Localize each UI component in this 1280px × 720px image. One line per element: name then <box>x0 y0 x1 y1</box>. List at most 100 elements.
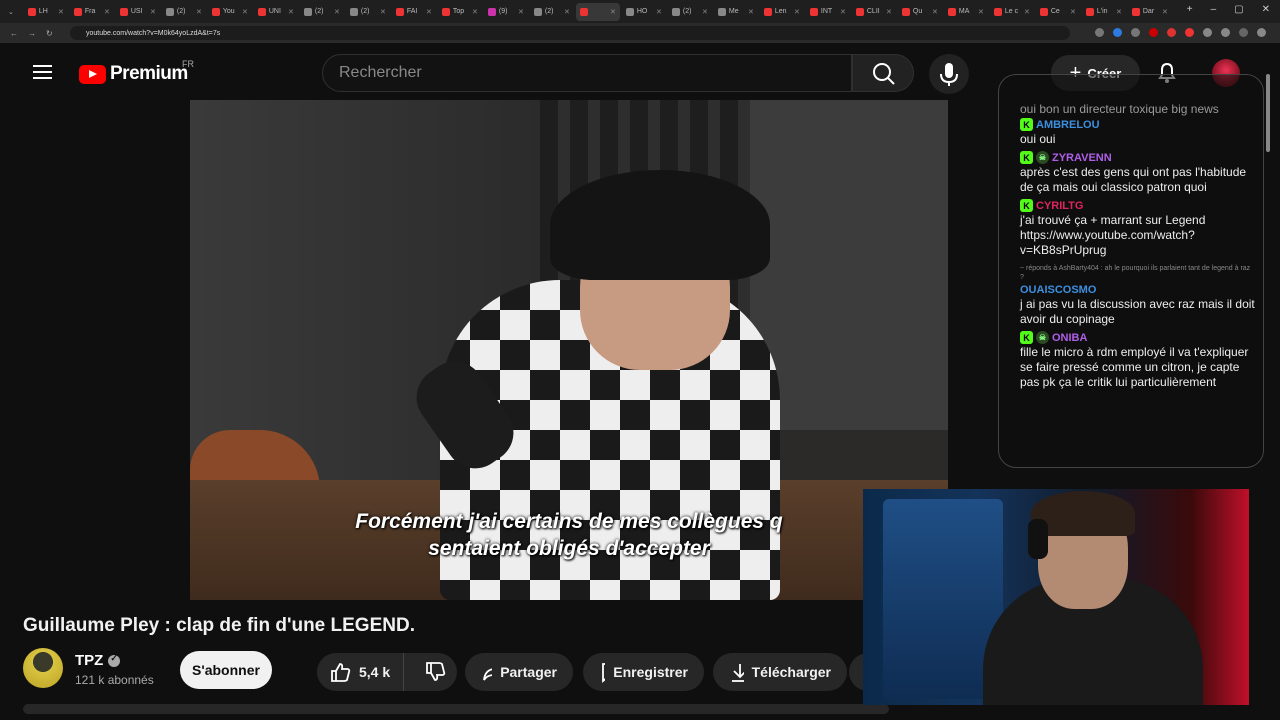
browser-tab[interactable]: Fra ✕ <box>70 3 114 21</box>
menu-kebab-icon[interactable] <box>1257 28 1266 37</box>
browser-tab[interactable]: Dar ✕ <box>1128 3 1172 21</box>
browser-tab[interactable]: (2) ✕ <box>346 3 390 21</box>
zoom-icon[interactable] <box>1095 28 1104 37</box>
chat-username[interactable]: K AMBRELOU <box>1020 117 1256 132</box>
browser-tab[interactable]: Ce ✕ <box>1036 3 1080 21</box>
tab-close-icon[interactable]: ✕ <box>794 8 800 16</box>
reload-icon[interactable]: ↻ <box>46 29 53 38</box>
browser-tab[interactable]: Me ✕ <box>714 3 758 21</box>
tab-close-icon[interactable]: ✕ <box>932 8 938 16</box>
tab-close-icon[interactable]: ✕ <box>472 8 478 16</box>
tab-close-icon[interactable]: ✕ <box>426 8 432 16</box>
extension-icon[interactable] <box>1185 28 1194 37</box>
close-window-icon[interactable]: ✕ <box>1262 4 1270 15</box>
tab-close-icon[interactable]: ✕ <box>748 8 754 16</box>
chat-message-text: j ai pas vu la discussion avec raz mais … <box>1020 297 1255 326</box>
tab-close-icon[interactable]: ✕ <box>518 8 524 16</box>
browser-tab[interactable]: You ✕ <box>208 3 252 21</box>
extension-icon[interactable] <box>1149 28 1158 37</box>
browser-tab[interactable]: CLII ✕ <box>852 3 896 21</box>
channel-avatar[interactable] <box>23 648 63 688</box>
browser-tab[interactable]: UNI ✕ <box>254 3 298 21</box>
download-button[interactable]: Télécharger <box>713 653 847 691</box>
browser-tab[interactable]: Le c ✕ <box>990 3 1034 21</box>
tab-close-icon[interactable]: ✕ <box>334 8 340 16</box>
tab-favicon-icon <box>901 7 910 16</box>
tab-close-icon[interactable]: ✕ <box>104 8 110 16</box>
tab-close-icon[interactable]: ✕ <box>978 8 984 16</box>
tab-favicon-icon <box>625 7 634 16</box>
tab-label: (2) <box>176 8 186 15</box>
browser-tab[interactable]: Len ✕ <box>760 3 804 21</box>
share-button[interactable]: Partager <box>465 653 573 691</box>
save-button[interactable]: Enregistrer <box>583 653 704 691</box>
tab-close-icon[interactable]: ✕ <box>886 8 892 16</box>
subscribe-button[interactable]: S'abonner <box>180 651 272 689</box>
bookmark-star-icon[interactable] <box>1131 28 1140 37</box>
browser-tab[interactable]: HO ✕ <box>622 3 666 21</box>
tab-close-icon[interactable]: ✕ <box>564 8 570 16</box>
forward-icon[interactable]: → <box>28 29 36 38</box>
chat-message: K AMBRELOU oui oui <box>1020 117 1256 147</box>
tab-favicon-icon <box>671 7 680 16</box>
browser-tab[interactable]: (2) ✕ <box>668 3 712 21</box>
chat-overlay: oui bon un directeur toxique big news KA… <box>998 74 1264 468</box>
youtube-premium-logo[interactable]: Premium FR <box>79 59 194 85</box>
browser-tab[interactable]: ✕ <box>575 2 620 21</box>
chat-username[interactable]: K CYRILTG <box>1020 198 1256 213</box>
minimize-icon[interactable]: – <box>1211 4 1217 15</box>
tab-close-icon[interactable]: ✕ <box>1162 8 1168 16</box>
tab-search-icon[interactable]: ⌄ <box>8 8 14 16</box>
dislike-button[interactable] <box>412 653 457 691</box>
tab-close-icon[interactable]: ✕ <box>288 8 294 16</box>
tab-close-icon[interactable]: ✕ <box>380 8 386 16</box>
search-button[interactable] <box>852 54 914 92</box>
tab-close-icon[interactable]: ✕ <box>1024 8 1030 16</box>
tab-close-icon[interactable]: ✕ <box>196 8 202 16</box>
extension-icon[interactable] <box>1113 28 1122 37</box>
back-icon[interactable]: ← <box>10 29 18 38</box>
menu-icon[interactable] <box>33 65 52 79</box>
browser-tab[interactable]: FAI ✕ <box>392 3 436 21</box>
tab-close-icon[interactable]: ✕ <box>1070 8 1076 16</box>
browser-tab[interactable]: INT ✕ <box>806 3 850 21</box>
browser-tab[interactable]: (2) ✕ <box>300 3 344 21</box>
extensions-puzzle-icon[interactable] <box>1221 28 1230 37</box>
browser-tab[interactable]: (2) ✕ <box>162 3 206 21</box>
subscriber-count: 121 k abonnés <box>75 673 154 687</box>
subtitle-line-1: Forcément j'ai certains de mes collègues… <box>355 510 783 533</box>
tab-label: (2) <box>682 8 692 15</box>
browser-tab[interactable]: (9) ✕ <box>484 3 528 21</box>
tab-close-icon[interactable]: ✕ <box>656 8 662 16</box>
like-button[interactable]: 5,4 k <box>317 653 405 691</box>
browser-tab[interactable]: MA ✕ <box>944 3 988 21</box>
extension-icon[interactable] <box>1167 28 1176 37</box>
tab-close-icon[interactable]: ✕ <box>150 8 156 16</box>
profile-icon[interactable] <box>1239 28 1248 37</box>
maximize-icon[interactable]: ▢ <box>1234 4 1243 15</box>
browser-tab[interactable]: L'in ✕ <box>1082 3 1126 21</box>
new-tab-icon[interactable]: + <box>1187 4 1193 15</box>
tab-close-icon[interactable]: ✕ <box>840 8 846 16</box>
browser-tab[interactable]: USI ✕ <box>116 3 160 21</box>
browser-tab[interactable]: (2) ✕ <box>530 3 574 21</box>
channel-name[interactable]: TPZ <box>75 652 121 669</box>
browser-tab[interactable]: Qu ✕ <box>898 3 942 21</box>
tab-close-icon[interactable]: ✕ <box>242 8 248 16</box>
search-input[interactable]: Rechercher <box>322 54 852 92</box>
chat-username[interactable]: K ☠ ZYRAVENN <box>1020 150 1256 165</box>
extension-icon[interactable] <box>1203 28 1212 37</box>
thumbs-up-icon <box>331 663 351 682</box>
browser-tab[interactable]: LH ✕ <box>24 3 68 21</box>
chat-username[interactable]: K ☠ ONIBA <box>1020 330 1256 345</box>
save-label: Enregistrer <box>613 664 688 680</box>
browser-tab[interactable]: Top ✕ <box>438 3 482 21</box>
tab-close-icon[interactable]: ✕ <box>58 8 64 16</box>
tab-close-icon[interactable]: ✕ <box>702 8 708 16</box>
tab-close-icon[interactable]: ✕ <box>610 8 616 16</box>
chat-username[interactable]: OUAISCOSMO <box>1020 282 1256 297</box>
voice-search-button[interactable] <box>929 54 969 94</box>
tab-close-icon[interactable]: ✕ <box>1116 8 1122 16</box>
url-field[interactable]: youtube.com/watch?v=M0k64yoLzdA&t=7s <box>70 26 1070 40</box>
page-scrollbar[interactable] <box>1266 74 1270 152</box>
